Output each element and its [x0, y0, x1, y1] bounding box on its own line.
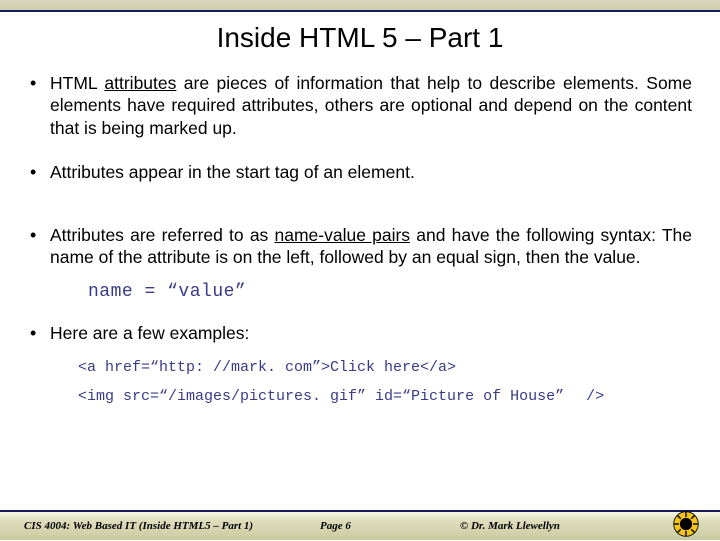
code-syntax: name = “value” — [88, 282, 692, 302]
footer-course: CIS 4004: Web Based IT (Inside HTML5 – P… — [0, 520, 320, 532]
slide-body: Inside HTML 5 – Part 1 HTML attributes a… — [0, 12, 720, 405]
bullet-list: HTML attributes are pieces of informatio… — [28, 72, 692, 268]
code-example-2: <img src=“/images/pictures. gif” id=“Pic… — [78, 388, 692, 405]
bullet-1-underline: attributes — [104, 73, 176, 93]
bullet-3-text-a: Attributes are referred to as — [50, 225, 274, 245]
code-example-2b: /> — [586, 388, 604, 405]
bullet-2: Attributes appear in the start tag of an… — [28, 161, 692, 183]
bullet-1: HTML attributes are pieces of informatio… — [28, 72, 692, 139]
ucf-logo-icon — [672, 510, 700, 538]
code-example-2a: <img src=“/images/pictures. gif” id=“Pic… — [78, 388, 564, 405]
bullet-2-text: Attributes appear in the start tag of an… — [50, 162, 415, 182]
bullet-3: Attributes are referred to as name-value… — [28, 224, 692, 269]
top-divider-band — [0, 0, 720, 12]
code-example-1: <a href=“http: //mark. com”>Click here</… — [78, 359, 692, 376]
slide-title: Inside HTML 5 – Part 1 — [28, 22, 692, 54]
bullet-1-text-a: HTML — [50, 73, 104, 93]
slide-footer: CIS 4004: Web Based IT (Inside HTML5 – P… — [0, 510, 720, 540]
bullet-4: Here are a few examples: — [28, 322, 692, 344]
bullet-list-2: Here are a few examples: — [28, 322, 692, 344]
bullet-4-text: Here are a few examples: — [50, 323, 249, 343]
footer-page: Page 6 — [320, 520, 430, 532]
bullet-3-underline: name-value pairs — [274, 225, 410, 245]
